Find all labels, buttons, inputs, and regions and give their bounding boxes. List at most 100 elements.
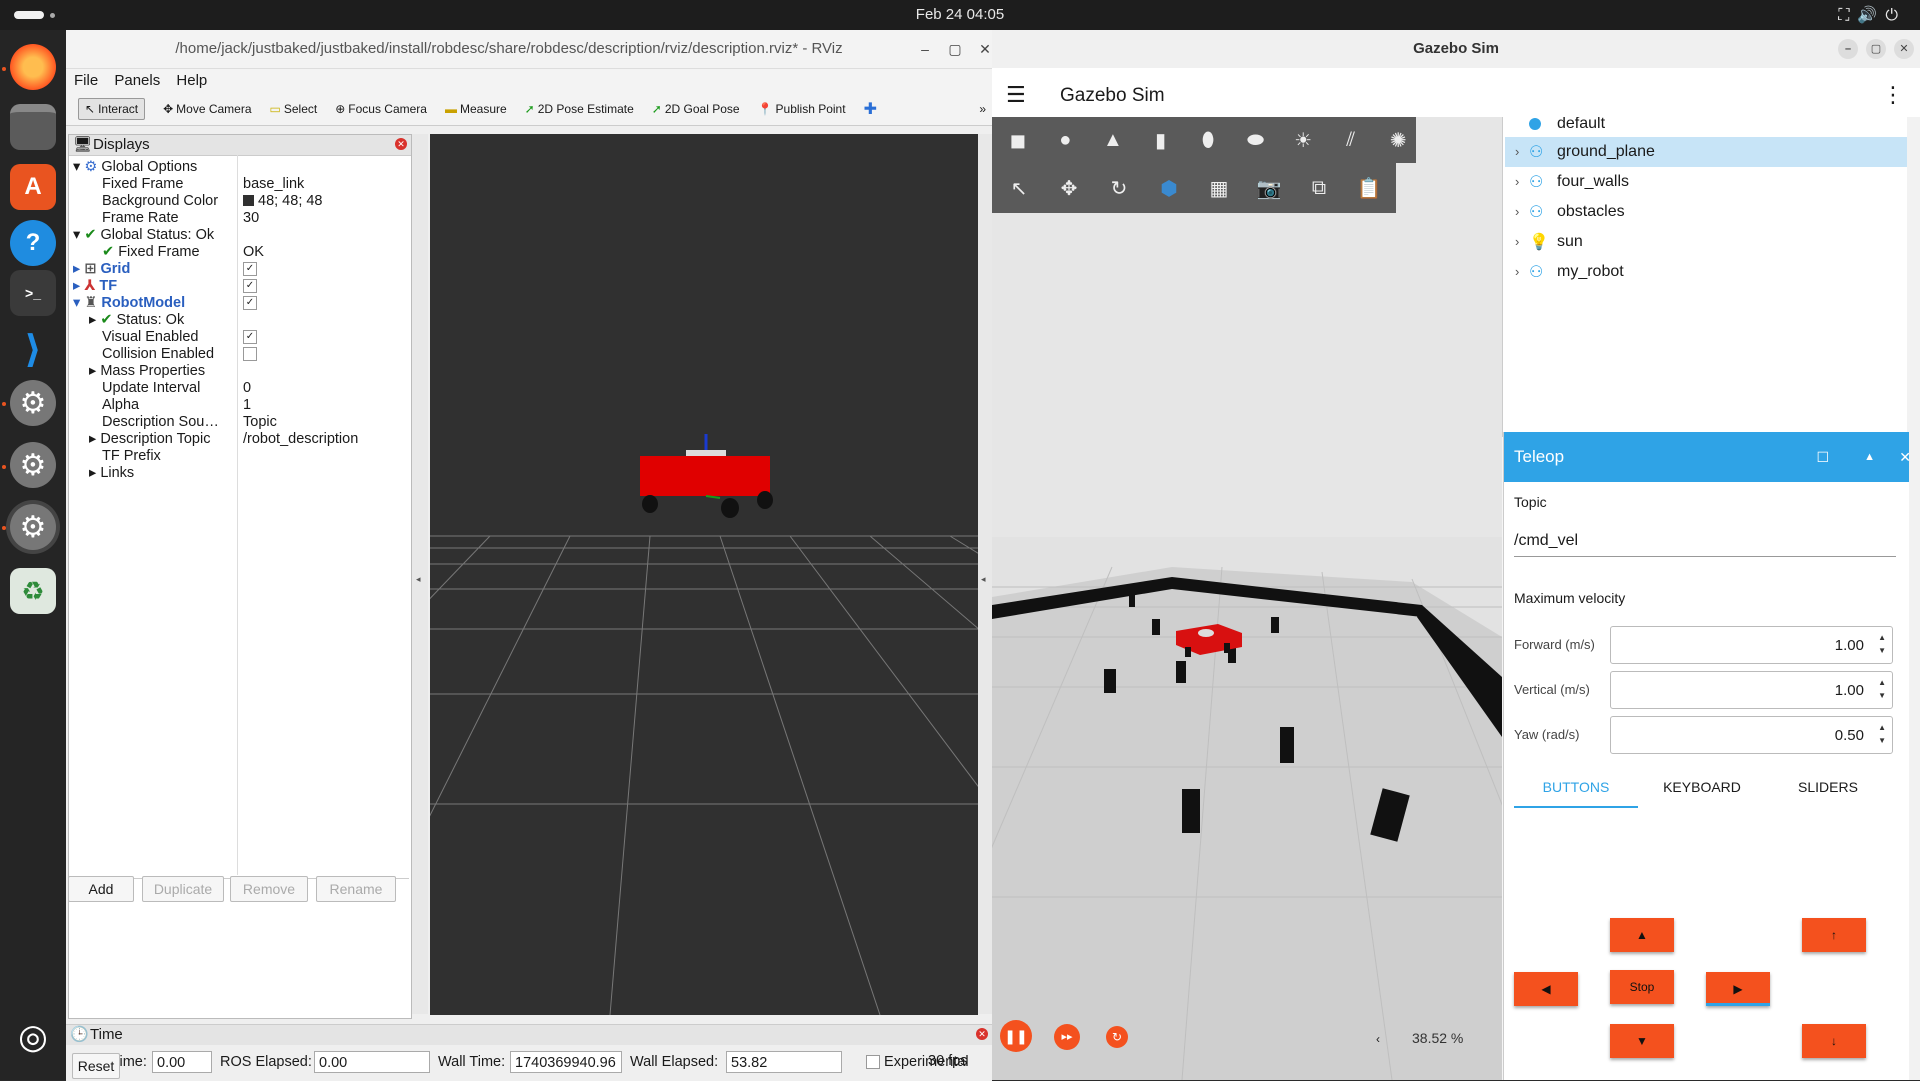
- spin-arrows-icon[interactable]: ▲ ▼: [1878, 676, 1886, 702]
- collapse-panel-icon[interactable]: ▲: [1864, 432, 1875, 482]
- cylinder-icon[interactable]: ▮: [1143, 121, 1179, 159]
- add-display-button[interactable]: Add: [68, 876, 134, 902]
- minimize-icon[interactable]: –: [910, 30, 940, 68]
- translate-mode-icon[interactable]: ✥: [1050, 169, 1088, 207]
- row-value[interactable]: /robot_description: [243, 429, 358, 450]
- row-value[interactable]: 48; 48; 48: [258, 193, 323, 209]
- select-mode-icon[interactable]: ↖: [1000, 169, 1038, 207]
- turn-left-button[interactable]: ◀: [1514, 972, 1578, 1006]
- kebab-menu-icon[interactable]: ⋮: [1882, 82, 1904, 108]
- chevron-right-icon[interactable]: ›: [1515, 227, 1519, 257]
- menu-file[interactable]: File: [74, 72, 98, 89]
- point-light-icon[interactable]: ☀: [1285, 121, 1321, 159]
- duplicate-display-button[interactable]: Duplicate: [142, 876, 224, 902]
- wall-time-field[interactable]: 1740369940.96: [510, 1051, 622, 1073]
- column-divider[interactable]: [237, 155, 238, 875]
- system-clock[interactable]: Feb 24 04:05: [0, 6, 1920, 23]
- descend-button[interactable]: ↓: [1802, 1024, 1866, 1058]
- close-icon[interactable]: ✕: [1894, 39, 1914, 59]
- tree-item-my-robot[interactable]: › ⚇ my_robot: [1505, 257, 1907, 287]
- 3d-viewport[interactable]: [430, 134, 978, 1015]
- robotmodel-checkbox[interactable]: ✓: [243, 296, 257, 311]
- minimize-icon[interactable]: –: [1838, 39, 1858, 59]
- reset-world-icon[interactable]: ↻: [1106, 1026, 1128, 1048]
- color-swatch[interactable]: [243, 195, 254, 206]
- vscode-icon[interactable]: ⟩: [10, 326, 56, 372]
- box-icon[interactable]: ◼: [1000, 121, 1036, 159]
- yaw-velocity-spinbox[interactable]: 0.50 ▲ ▼: [1610, 716, 1893, 754]
- remove-display-button[interactable]: Remove: [230, 876, 308, 902]
- tree-item-ground-plane[interactable]: › ⚇ ground_plane: [1505, 137, 1907, 167]
- trash-icon[interactable]: ♻: [10, 568, 56, 614]
- ros-elapsed-field[interactable]: 0.00: [314, 1051, 430, 1073]
- teleop-scrollbar[interactable]: [1909, 432, 1920, 1080]
- pose-estimate-tool[interactable]: ➚ 2D Pose Estimate: [525, 102, 634, 116]
- add-tool-button[interactable]: ✚: [864, 99, 877, 119]
- app-center-icon[interactable]: A: [10, 164, 56, 210]
- goal-pose-tool[interactable]: ➚ 2D Goal Pose: [652, 102, 740, 116]
- directional-light-icon[interactable]: ⫽: [1333, 121, 1369, 159]
- menu-help[interactable]: Help: [176, 72, 207, 89]
- tree-item-obstacles[interactable]: › ⚇ obstacles: [1505, 197, 1907, 227]
- tab-buttons[interactable]: BUTTONS: [1514, 768, 1638, 808]
- stop-button[interactable]: Stop: [1610, 970, 1674, 1004]
- publish-point-tool[interactable]: 📍 Publish Point: [758, 102, 846, 116]
- paste-icon[interactable]: 📋: [1350, 169, 1388, 207]
- ascend-button[interactable]: ↑: [1802, 918, 1866, 952]
- network-icon[interactable]: ⛶: [1838, 7, 1857, 24]
- sphere-icon[interactable]: ●: [1048, 121, 1084, 159]
- forward-velocity-spinbox[interactable]: 1.00 ▲ ▼: [1610, 626, 1893, 664]
- rotate-mode-icon[interactable]: ↻: [1100, 169, 1138, 207]
- visual-enabled-checkbox[interactable]: ✓: [243, 330, 257, 345]
- chevron-right-icon[interactable]: ›: [1515, 197, 1519, 227]
- reset-button[interactable]: Reset: [72, 1053, 120, 1079]
- maximize-icon[interactable]: ▢: [940, 30, 970, 68]
- tab-sliders[interactable]: SLIDERS: [1766, 768, 1890, 806]
- capsule-icon[interactable]: ⬮: [1190, 121, 1226, 159]
- system-tray[interactable]: ⛶🔊⏻: [1838, 5, 1906, 25]
- chevron-right-icon[interactable]: ›: [1515, 257, 1519, 287]
- toolbar-overflow-button[interactable]: »: [979, 102, 986, 116]
- measure-tool[interactable]: ▬ Measure: [445, 102, 507, 116]
- interact-tool[interactable]: ↖ Interact: [78, 98, 146, 120]
- turn-right-button[interactable]: ▶: [1706, 972, 1770, 1006]
- chevron-right-icon[interactable]: ›: [1515, 137, 1519, 167]
- collision-enabled-checkbox[interactable]: [243, 347, 257, 362]
- menu-panels[interactable]: Panels: [114, 72, 160, 89]
- hamburger-menu-icon[interactable]: ☰: [1006, 82, 1026, 108]
- step-forward-icon[interactable]: ▸▸: [1054, 1024, 1080, 1050]
- settings-icon[interactable]: ⚙: [10, 504, 56, 550]
- volume-icon[interactable]: 🔊: [1857, 7, 1885, 24]
- settings-icon[interactable]: ⚙: [10, 442, 56, 488]
- ros-time-field[interactable]: 0.00: [152, 1051, 212, 1073]
- experimental-checkbox[interactable]: [866, 1055, 880, 1070]
- cone-icon[interactable]: ▲: [1095, 121, 1131, 159]
- copy-icon[interactable]: ⧉: [1300, 169, 1338, 207]
- row-value[interactable]: 30: [243, 208, 259, 229]
- tree-item-default[interactable]: default: [1505, 117, 1907, 139]
- screenshot-icon[interactable]: 📷: [1250, 169, 1288, 207]
- tree-item-four-walls[interactable]: › ⚇ four_walls: [1505, 167, 1907, 197]
- power-icon[interactable]: ⏻: [1885, 7, 1906, 24]
- rename-display-button[interactable]: Rename: [316, 876, 396, 902]
- grid-checkbox[interactable]: ✓: [243, 262, 257, 277]
- tree-row-links[interactable]: ▸ Links: [89, 463, 134, 484]
- spin-arrows-icon[interactable]: ▲ ▼: [1878, 631, 1886, 657]
- spin-arrows-icon[interactable]: ▲ ▼: [1878, 721, 1886, 747]
- ellipsoid-icon[interactable]: ⬬: [1238, 121, 1274, 159]
- close-panel-icon[interactable]: ✕: [976, 1028, 988, 1040]
- move-camera-tool[interactable]: ✥ Move Camera: [163, 102, 251, 116]
- focus-camera-tool[interactable]: ⊕ Focus Camera: [335, 102, 427, 116]
- chevron-right-icon[interactable]: ›: [1515, 167, 1519, 197]
- spot-light-icon[interactable]: ✺: [1381, 121, 1417, 159]
- left-splitter[interactable]: ◂: [412, 134, 428, 1014]
- pause-icon[interactable]: ❚❚: [1000, 1020, 1032, 1052]
- forward-button[interactable]: ▲: [1610, 918, 1674, 952]
- right-splitter[interactable]: ◂: [978, 134, 992, 1014]
- gazebo-3d-scene[interactable]: ◼ ● ▲ ▮ ⬮ ⬬ ☀ ⫽ ✺ ↖ ✥ ↻ ⬢ ▦ 📷 ⧉ 📋 ❚❚ ▸▸ …: [992, 117, 1502, 1080]
- wall-elapsed-field[interactable]: 53.82: [726, 1051, 842, 1073]
- close-panel-icon[interactable]: ✕: [395, 138, 407, 150]
- terminal-icon[interactable]: >_: [10, 270, 56, 316]
- tree-item-sun[interactable]: › 💡 sun: [1505, 227, 1907, 257]
- select-tool[interactable]: ▭ Select: [270, 102, 318, 116]
